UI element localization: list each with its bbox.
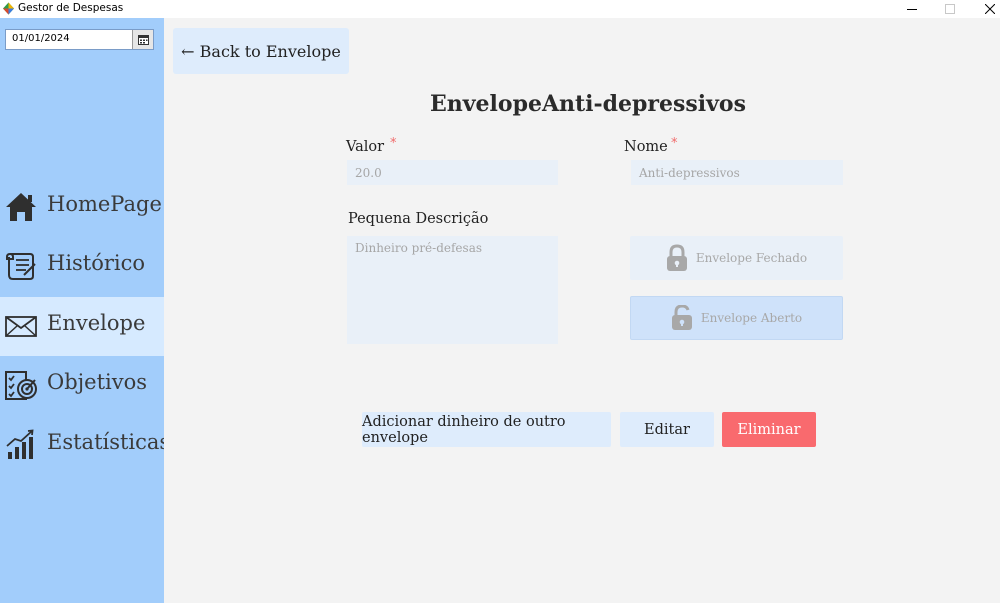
nome-label: Nome <box>624 139 668 155</box>
calendar-button[interactable] <box>132 30 153 49</box>
sidebar-item-envelope[interactable]: Envelope <box>0 297 164 356</box>
maximize-icon <box>945 4 955 14</box>
sidebar-item-label: Histórico <box>47 251 146 275</box>
envelope-icon <box>5 316 37 337</box>
sidebar-item-estatisticas[interactable]: Estatísticas <box>0 416 170 475</box>
statistics-chart-icon <box>6 429 34 459</box>
history-scroll-icon <box>6 252 36 280</box>
descricao-label: Pequena Descrição <box>348 211 489 227</box>
date-input[interactable]: 01/01/2024 <box>12 33 70 44</box>
page-title: EnvelopeAnti-depressivos <box>430 91 746 117</box>
envelope-fechado-label: Envelope Fechado <box>695 251 808 265</box>
lock-closed-icon <box>666 244 687 271</box>
close-icon <box>985 4 995 14</box>
date-picker[interactable]: 01/01/2024 <box>5 29 154 50</box>
minimize-button[interactable] <box>892 0 932 18</box>
nome-input[interactable]: Anti-depressivos <box>631 160 843 185</box>
envelope-aberto-label: Envelope Aberto <box>700 311 803 325</box>
lock-open-icon <box>671 305 692 330</box>
sidebar-item-homepage[interactable]: HomePage <box>0 178 164 237</box>
valor-label: Valor <box>346 139 385 155</box>
close-button[interactable] <box>970 0 1000 18</box>
back-to-envelope-button[interactable]: ← Back to Envelope <box>173 28 349 74</box>
edit-button[interactable]: Editar <box>620 412 714 447</box>
delete-button[interactable]: Eliminar <box>722 412 816 447</box>
home-icon <box>6 193 36 221</box>
window-titlebar: Gestor de Despesas <box>0 0 1000 18</box>
sidebar-item-label: Envelope <box>47 311 146 335</box>
valor-required-mark: * <box>390 136 397 151</box>
sidebar: 01/01/2024 HomePage Histórico Envelope O… <box>0 18 170 603</box>
sidebar-item-label: Objetivos <box>47 370 148 394</box>
goals-target-icon <box>5 371 37 400</box>
envelope-fechado-button[interactable]: Envelope Fechado <box>630 236 843 280</box>
calendar-icon <box>137 34 149 45</box>
sidebar-item-label: HomePage <box>47 192 162 216</box>
app-logo-icon <box>3 2 14 15</box>
valor-input[interactable]: 20.0 <box>347 160 558 185</box>
envelope-aberto-button[interactable]: Envelope Aberto <box>630 296 843 340</box>
add-money-from-envelope-button[interactable]: Adicionar dinheiro de outro envelope <box>362 412 611 447</box>
sidebar-item-label: Estatísticas <box>47 430 171 454</box>
sidebar-item-historico[interactable]: Histórico <box>0 237 164 296</box>
sidebar-item-objetivos[interactable]: Objetivos <box>0 356 164 415</box>
window-title: Gestor de Despesas <box>18 2 124 14</box>
maximize-button[interactable] <box>930 0 970 18</box>
descricao-textarea[interactable]: Dinheiro pré-defesas <box>347 236 558 344</box>
main-content: ← Back to Envelope EnvelopeAnti-depressi… <box>164 18 1000 603</box>
nome-required-mark: * <box>671 136 678 151</box>
minimize-icon <box>907 9 917 10</box>
